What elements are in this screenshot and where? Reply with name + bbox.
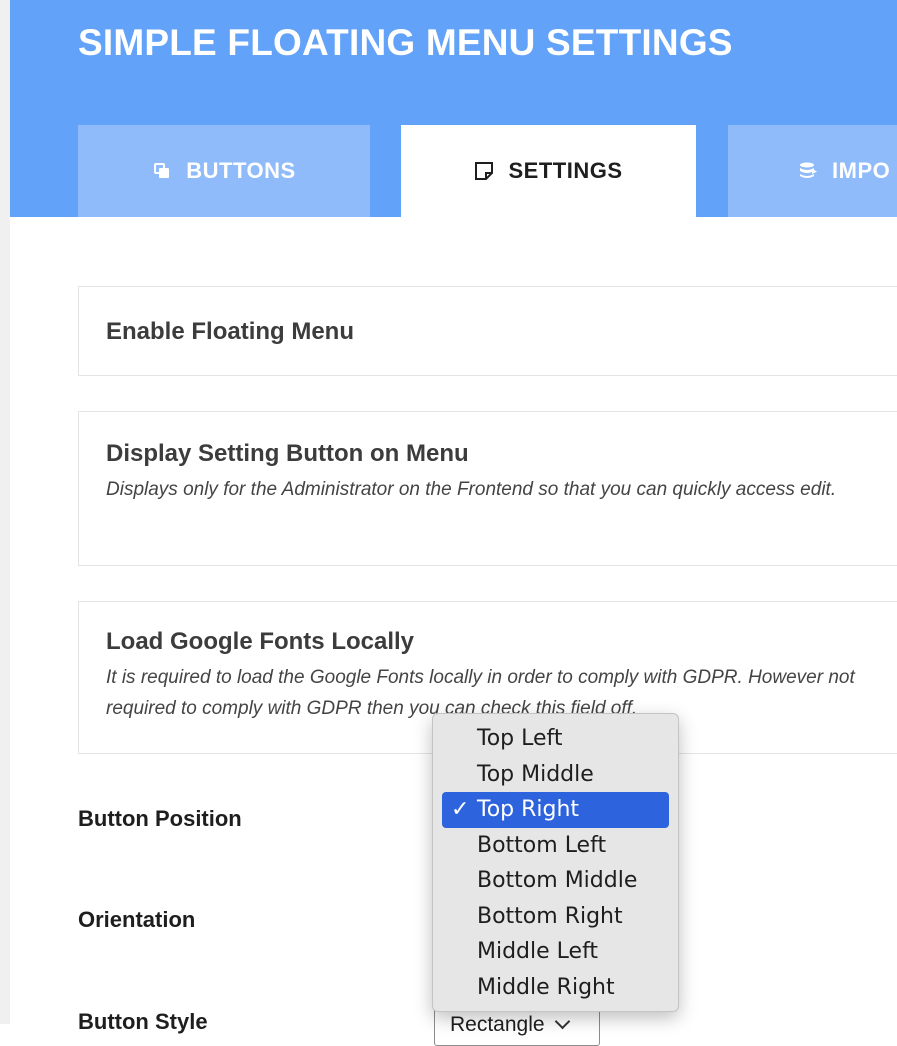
setting-description: Displays only for the Administrator on t… [106,479,837,500]
setting-enable-floating-menu[interactable]: Enable Floating Menu [78,286,897,376]
dropdown-option-middle-left[interactable]: Middle Left [442,934,669,970]
option-label: Top Right [477,797,580,822]
dropdown-option-bottom-middle[interactable]: Bottom Middle [442,863,669,899]
option-label: Middle Left [477,939,599,964]
dropdown-option-top-left[interactable]: Top Left [442,721,669,757]
button-position-dropdown: Top Left Top Middle ✓ Top Right Bottom Le… [432,713,679,1012]
copy-icon [152,161,172,181]
setting-title: Display Setting Button on Menu [106,440,469,467]
setting-title: Enable Floating Menu [106,318,355,345]
admin-sidebar-edge [0,0,10,1024]
dropdown-option-bottom-left[interactable]: Bottom Left [442,828,669,864]
button-style-select[interactable]: Rectangle [434,1006,600,1046]
button-position-label: Button Position [78,806,242,831]
option-label: Top Middle [477,761,594,787]
tab-buttons[interactable]: BUTTONS [78,125,370,217]
option-label: Top Left [477,726,563,751]
chevron-down-icon [554,1013,570,1030]
option-label: Bottom Middle [477,868,638,893]
database-import-icon [798,161,818,181]
option-label: Bottom Left [477,832,607,858]
dropdown-option-middle-right[interactable]: Middle Right [442,970,669,1006]
dropdown-option-top-middle[interactable]: Top Middle [442,757,669,793]
tab-settings-label: SETTINGS [508,158,623,183]
tab-import-label: IMPO [832,158,891,183]
button-style-value: Rectangle [450,1013,545,1036]
setting-title: Load Google Fonts Locally [106,628,415,655]
checkmark-icon: ✓ [451,797,470,822]
tab-settings[interactable]: SETTINGS [401,125,696,217]
orientation-label: Orientation [78,907,196,932]
setting-display-setting-button[interactable]: Display Setting Button on Menu Displays … [78,411,897,566]
button-style-label: Button Style [78,1009,208,1034]
option-label: Middle Right [477,974,615,1000]
tab-import[interactable]: IMPO [728,125,897,217]
dropdown-option-top-right[interactable]: ✓ Top Right [442,792,669,828]
tab-buttons-label: BUTTONS [186,158,296,183]
edit-note-icon [474,161,494,181]
settings-header: SIMPLE FLOATING MENU SETTINGS BUTTONS SE… [10,0,897,217]
dropdown-option-bottom-right[interactable]: Bottom Right [442,899,669,935]
page-title: SIMPLE FLOATING MENU SETTINGS [78,22,733,63]
option-label: Bottom Right [477,903,623,929]
